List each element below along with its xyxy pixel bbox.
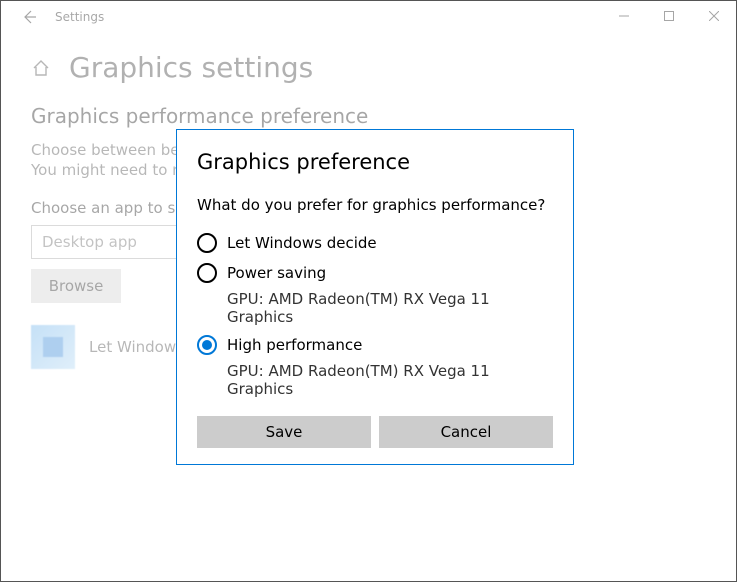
radio-sublabel: GPU: AMD Radeon(TM) RX Vega 11 Graphics: [227, 290, 553, 326]
dialog-question: What do you prefer for graphics performa…: [197, 196, 553, 214]
radio-group: Let Windows decide Power saving GPU: AMD R…: [197, 232, 553, 398]
cancel-button[interactable]: Cancel: [379, 416, 553, 448]
radio-icon: [197, 263, 217, 283]
radio-option[interactable]: High performance: [197, 334, 553, 356]
radio-icon: [197, 233, 217, 253]
radio-option[interactable]: Let Windows decide: [197, 232, 553, 254]
radio-label: Let Windows decide: [227, 232, 553, 254]
radio-icon: [197, 335, 217, 355]
dialog-title: Graphics preference: [197, 150, 553, 174]
radio-sublabel: GPU: AMD Radeon(TM) RX Vega 11 Graphics: [227, 362, 553, 398]
radio-label: Power saving: [227, 262, 553, 284]
radio-option[interactable]: Power saving: [197, 262, 553, 284]
graphics-preference-dialog: Graphics preference What do you prefer f…: [176, 129, 574, 465]
radio-label: High performance: [227, 334, 553, 356]
save-button[interactable]: Save: [197, 416, 371, 448]
